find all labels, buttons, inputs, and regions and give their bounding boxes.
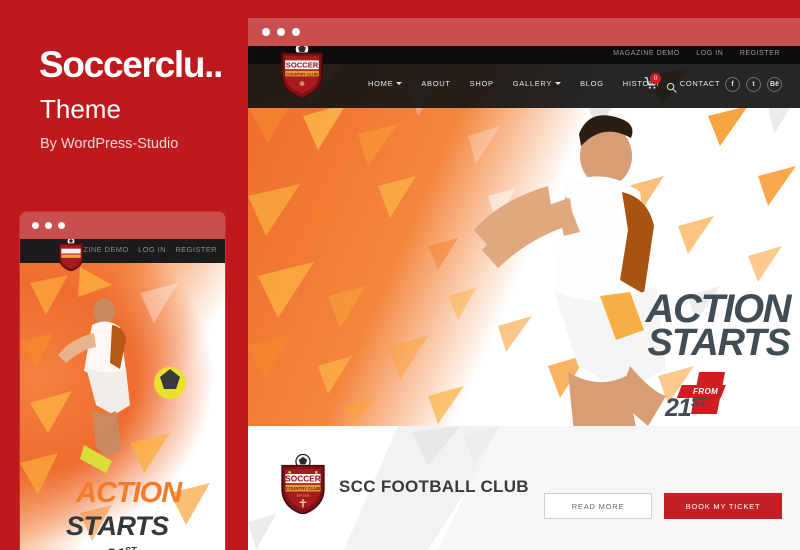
hero-date: 21ST (665, 394, 707, 423)
twitter-icon[interactable]: t (746, 77, 761, 92)
hero-date-number: 21 (665, 394, 692, 422)
window-dot-icon (292, 28, 300, 36)
utility-links: MAGAZINE DEMO LOG IN REGISTER (599, 50, 780, 57)
cart-count-badge: 0 (650, 73, 661, 84)
svg-text:EST 1926: EST 1926 (297, 494, 310, 498)
thumbnail-utility-link: REGISTER (175, 245, 217, 254)
window-dot-icon (32, 222, 39, 229)
window-dot-icon (277, 28, 285, 36)
nav-item-label: SHOP (469, 79, 494, 88)
thumbnail-browser-chrome (20, 212, 225, 239)
nav-item-shop[interactable]: SHOP (470, 79, 494, 88)
nav-item-home[interactable]: HOME (368, 79, 403, 88)
svg-text:COUNTRY CLUB: COUNTRY CLUB (286, 71, 318, 76)
thumbnail-date-suffix: ST (125, 545, 137, 550)
utility-link-magazine-demo[interactable]: MAGAZINE DEMO (613, 50, 680, 57)
theme-author: By WordPress-Studio (40, 136, 179, 152)
club-name: SCC FOOTBALL CLUB (339, 477, 529, 496)
chevron-down-icon (555, 82, 562, 85)
utility-bar: MAGAZINE DEMO LOG IN REGISTER (248, 46, 800, 64)
nav-item-label: BLOG (580, 79, 604, 88)
svg-text:COUNTRY CLUB: COUNTRY CLUB (286, 486, 320, 491)
nav-item-label: CONTACT (679, 79, 721, 88)
hero-headline-line2: STARTS (647, 322, 792, 365)
utility-link-register[interactable]: REGISTER (740, 50, 780, 57)
nav-item-gallery[interactable]: GALLERY (512, 79, 562, 88)
nav-item-contact[interactable]: CONTACT (680, 79, 721, 88)
hero-date-suffix: ST (690, 394, 707, 410)
nav-item-label: GALLERY (512, 79, 553, 88)
thumbnail-hero-line1: ACTION (76, 477, 182, 509)
browser-chrome-bar (248, 18, 800, 46)
window-dot-icon (262, 28, 270, 36)
nav-item-label: ABOUT (421, 79, 451, 88)
site-viewport: ACTION STARTS 21ST FROM MAGAZINE DEMO LO… (248, 46, 800, 550)
page-title: Soccerclu.. (39, 44, 223, 85)
club-shield-logo-icon: SOCCER COUNTRY CLUB EST 1926 (281, 454, 325, 514)
book-my-ticket-button[interactable]: BOOK MY TICKET (664, 493, 782, 519)
behance-icon[interactable]: Bē (767, 77, 782, 92)
thumbnail-viewport: GAZINE DEMO LOG IN REGISTER ACTION START… (20, 239, 225, 550)
thumbnail-navbar: GAZINE DEMO LOG IN REGISTER (20, 239, 225, 263)
soccer-shield-logo-icon[interactable]: SOCCER COUNTRY CLUB (278, 46, 326, 98)
read-more-button[interactable]: READ MORE (544, 493, 652, 519)
utility-link-log-in[interactable]: LOG IN (696, 50, 723, 57)
theme-preview-thumbnail[interactable]: GAZINE DEMO LOG IN REGISTER ACTION START… (20, 212, 225, 550)
svg-text:SOCCER: SOCCER (286, 61, 319, 70)
thumbnail-hero-date: 21ST (106, 545, 136, 550)
cta-bar: SOCCER COUNTRY CLUB EST 1926 SCC FOOTBAL… (248, 426, 800, 550)
nav-item-blog[interactable]: BLOG (580, 79, 604, 88)
cart-button[interactable]: 0 (644, 73, 661, 94)
thumbnail-utility-link: LOG IN (138, 245, 166, 254)
nav-menu: HOME ABOUT SHOP GALLERY BLOG HISTORY CON… (368, 79, 739, 88)
thumbnail-hero-line2: STARTS (66, 511, 169, 541)
window-control-dots (262, 28, 300, 36)
social-links: f t Bē (725, 77, 782, 92)
soccer-shield-logo-icon (58, 239, 84, 271)
window-dot-icon (58, 222, 65, 229)
search-icon (666, 82, 677, 93)
nav-item-label: HOME (368, 79, 394, 88)
thumbnail-window-dots (32, 222, 65, 229)
main-navbar: HOME ABOUT SHOP GALLERY BLOG HISTORY CON… (248, 64, 800, 108)
facebook-icon[interactable]: f (725, 77, 740, 92)
hero-date-block: 21ST FROM (645, 372, 755, 424)
theme-demo-browser-window: ACTION STARTS 21ST FROM MAGAZINE DEMO LO… (248, 18, 800, 550)
hero-title: ACTION STARTS (646, 289, 792, 365)
nav-item-about[interactable]: ABOUT (421, 79, 450, 88)
window-dot-icon (45, 222, 52, 229)
search-button[interactable] (666, 80, 677, 98)
thumbnail-date-number: 21 (106, 545, 125, 550)
chevron-down-icon (396, 82, 403, 85)
svg-text:SOCCER: SOCCER (285, 474, 321, 484)
theme-info-panel: Soccerclu.. Theme By WordPress-Studio GA… (0, 0, 248, 550)
thumbnail-utility-links: GAZINE DEMO LOG IN REGISTER (65, 245, 217, 254)
thumbnail-hero: ACTION STARTS 21ST (20, 263, 225, 550)
theme-subtitle: Theme (40, 94, 121, 124)
